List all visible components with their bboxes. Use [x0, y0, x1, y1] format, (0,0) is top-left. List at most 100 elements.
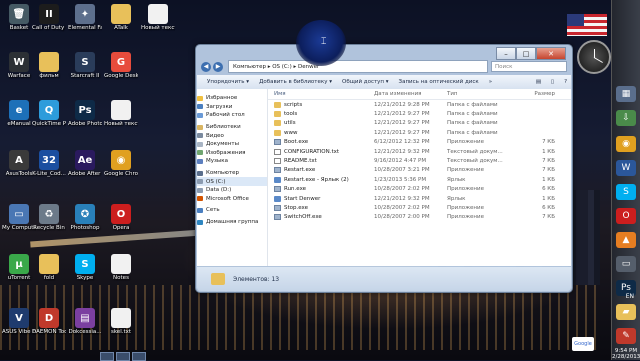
download-icon[interactable]: ⇩	[616, 110, 636, 126]
file-row[interactable]: Restart.exe - Ярлык (2) 1/23/2013 5:36 PM…	[268, 175, 571, 184]
maximize-button[interactable]: □	[516, 47, 536, 60]
nav-documents[interactable]: Документы	[197, 140, 267, 149]
desktop-icon-item[interactable]: S Starcraft II	[68, 52, 102, 80]
file-row[interactable]: Stop.exe 10/28/2007 2:02 PM Приложение 6 КБ	[268, 203, 571, 212]
desktop-icon-item[interactable]: ✦Elemental Fallen Enc...	[68, 4, 102, 32]
help-icon[interactable]: ?	[564, 79, 567, 85]
clock-gadget[interactable]	[577, 40, 611, 74]
nav-drive-d[interactable]: Data (D:)	[197, 186, 267, 195]
forward-icon[interactable]: ▶	[213, 61, 223, 72]
address-bar[interactable]: Компьютер ▸ OS (C:) ▸ Denwer	[228, 60, 488, 73]
desktop-icon-item[interactable]: S Skype	[68, 254, 102, 282]
column-name[interactable]: Имя	[268, 91, 374, 97]
mouse-cursor-icon: ⌶	[321, 37, 327, 47]
vlc-icon[interactable]: ▲	[616, 232, 636, 248]
google-gadget[interactable]: Google	[572, 337, 594, 351]
desktop-icon-item[interactable]: фильм	[32, 52, 66, 80]
desktop-icon-item[interactable]: ✪ Photoshop	[68, 204, 102, 232]
file-date: 1/23/2013 5:36 PM	[374, 176, 427, 183]
skype-icon[interactable]: S	[616, 184, 636, 200]
file-row[interactable]: Start Denwer 12/21/2012 9:32 PM Ярлык 1 КБ	[268, 194, 571, 203]
desktop-icon-item[interactable]: QQuickTime Player	[32, 100, 66, 128]
desktop-icon-label: ASUS Vibe Fun Center	[2, 329, 36, 335]
nav-video[interactable]: Видео	[197, 131, 267, 140]
desktop-icon-item[interactable]: O Opera	[104, 204, 138, 232]
file-row[interactable]: tools 12/21/2012 9:27 PM Папка с файлами	[268, 109, 571, 118]
explorer-window[interactable]: – □ ✕ ◀ ▶ Компьютер ▸ OS (C:) ▸ Denwer П…	[195, 44, 573, 293]
nav-office[interactable]: Microsoft Office	[197, 195, 267, 204]
calendar-icon[interactable]: ▦	[616, 86, 636, 102]
desktop-icon-item[interactable]: A AsusTools	[2, 150, 36, 178]
desktop-icon-item[interactable]: 32 K-Lite_Cod...	[32, 150, 66, 178]
desktop-icon-item[interactable]: fold	[32, 254, 66, 282]
tray-date[interactable]: 2/28/2013	[612, 354, 640, 360]
desktop-icon-item[interactable]: ♻ Recycle Bin	[32, 204, 66, 232]
nav-favorites[interactable]: Избранное	[197, 94, 267, 103]
file-row[interactable]: Run.exe 10/28/2007 2:02 PM Приложение 6 КБ	[268, 185, 571, 194]
close-button[interactable]: ✕	[536, 47, 566, 60]
desktop-icon-item[interactable]: PsAdobe Photoshop	[68, 100, 102, 128]
more-button[interactable]: »	[489, 79, 492, 85]
file-row[interactable]: www 12/21/2012 9:27 PM Папка с файлами	[268, 128, 571, 137]
file-row[interactable]: Restart.exe 10/28/2007 3:21 PM Приложение 7…	[268, 166, 571, 175]
desktop-icon-item[interactable]: ▤ Dokcessia...	[68, 308, 102, 336]
share-button[interactable]: Общий доступ ▾	[342, 79, 389, 85]
burn-button[interactable]: Запись на оптический диск	[399, 79, 479, 85]
nav-drive-c[interactable]: OS (C:)	[197, 177, 267, 186]
desktop-icon-item[interactable]: IICall of Duty Black Ops 2	[32, 4, 66, 32]
desktop-icon-item[interactable]: µ uTorrent	[2, 254, 36, 282]
column-type[interactable]: Тип	[447, 91, 503, 97]
organize-button[interactable]: Упорядочить ▾	[207, 79, 249, 85]
desktop-icon-item[interactable]: Новый текстовый	[104, 100, 138, 128]
file-row[interactable]: Boot.exe 6/12/2012 12:32 PM Приложение 7 КБ	[268, 138, 571, 147]
nav-images[interactable]: Изображения	[197, 149, 267, 158]
preview-pane-icon[interactable]: ▯	[551, 79, 554, 85]
chrome-icon[interactable]: ◉	[616, 136, 636, 152]
nav-network[interactable]: Сеть	[197, 206, 267, 215]
desktop-icon-item[interactable]: 🗑 Basket	[2, 4, 36, 32]
nav-libraries[interactable]: Библиотеки	[197, 123, 267, 132]
nav-downloads[interactable]: Загрузки	[197, 103, 267, 112]
desktop-icon-item[interactable]: Новый текстовый...	[141, 4, 175, 32]
column-date[interactable]: Дата изменения	[374, 91, 447, 97]
flag-gadget[interactable]	[567, 14, 607, 36]
desktop-icon-item[interactable]: ◉Google Chrome	[104, 150, 138, 178]
paint-icon[interactable]: ✎	[616, 328, 636, 344]
file-name-text: Run.exe	[284, 186, 307, 193]
file-date: 10/28/2007 2:00 PM	[374, 214, 430, 221]
back-icon[interactable]: ◀	[201, 61, 211, 72]
column-size[interactable]: Размер	[503, 91, 555, 97]
display-icon[interactable]: ▭	[616, 256, 636, 272]
desktop-icon-item[interactable]: e eManual	[2, 100, 36, 128]
desktop-icon-label: eManual	[7, 121, 31, 127]
minimize-button[interactable]: –	[496, 47, 516, 60]
search-input[interactable]: Поиск	[491, 61, 567, 72]
folder-icon[interactable]: ▰	[616, 304, 636, 320]
desktop-icon-item[interactable]: ATalk	[104, 4, 138, 32]
add-to-library-button[interactable]: Добавить в библиотеку ▾	[259, 79, 332, 85]
desktop-icon-item[interactable]: AeAdobe After Effects CS6	[68, 150, 102, 178]
desktop-icon-item[interactable]: VASUS Vibe Fun Center	[2, 308, 36, 336]
desktop-icon-item[interactable]: DDAEMON Tools Lite	[32, 308, 66, 336]
nav-music[interactable]: Музыка	[197, 157, 267, 166]
file-row[interactable]: utils 12/21/2012 9:27 PM Папка с файлами	[268, 119, 571, 128]
view-icon[interactable]: ▤	[536, 79, 541, 85]
nav-homegroup[interactable]: Домашняя группа	[197, 218, 267, 227]
nav-desktop[interactable]: Рабочий стол	[197, 111, 267, 120]
word-icon[interactable]: W	[616, 160, 636, 176]
nav-computer[interactable]: Компьютер	[197, 169, 267, 178]
language-indicator[interactable]: EN	[626, 293, 634, 300]
navigation-pane: Избранное Загрузки Рабочий стол Библиоте…	[197, 89, 268, 266]
file-row[interactable]: README.txt 9/16/2012 4:47 PM Текстовый док…	[268, 156, 571, 165]
desktop-icon-item[interactable]: W Warface	[2, 52, 36, 80]
file-row[interactable]: SwitchOff.exe 10/28/2007 2:00 PM Приложени…	[268, 213, 571, 222]
desktop-icon-item[interactable]: ▭ My Computer	[2, 204, 36, 232]
opera-icon[interactable]: O	[616, 208, 636, 224]
desktop-icon-item[interactable]: Notes	[104, 254, 138, 282]
file-row[interactable]: CONFIGURATION.txt 12/21/2012 9:32 PM Текст…	[268, 147, 571, 156]
desktop-icon-item[interactable]: GGoogle Desktop	[104, 52, 138, 80]
computer-icon	[197, 170, 203, 176]
file-row[interactable]: scripts 12/21/2012 9:28 PM Папка с файлами	[268, 100, 571, 109]
desktop-icon-item[interactable]: skel.txt	[104, 308, 138, 336]
desktop-icon-label: Skype	[76, 275, 94, 281]
